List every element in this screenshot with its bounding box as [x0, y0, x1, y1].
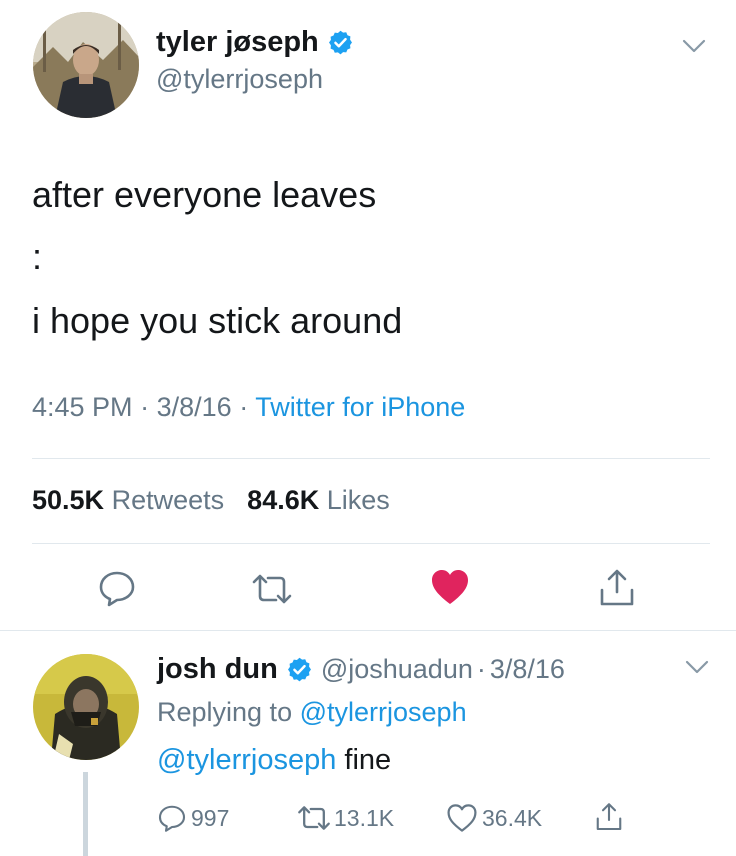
- tweet-stats: 50.5K Retweets 84.6K Likes: [32, 485, 390, 516]
- reply-mention[interactable]: @tylerrjoseph: [157, 744, 336, 776]
- retweets-label[interactable]: Retweets: [112, 485, 225, 515]
- reply-author-handle[interactable]: @joshuadun: [321, 654, 473, 685]
- meta-separator: ·: [239, 392, 249, 422]
- meta-separator: ·: [140, 392, 150, 422]
- reply-date[interactable]: 3/8/16: [490, 654, 565, 685]
- tweet-date[interactable]: 3/8/16: [157, 392, 232, 422]
- meta-separator: ·: [476, 653, 486, 684]
- heart-icon: [446, 803, 478, 833]
- divider: [32, 458, 710, 459]
- reply-action-reply[interactable]: 997: [157, 802, 229, 834]
- share-icon[interactable]: [597, 568, 637, 608]
- tweet-text-line-1: after everyone leaves: [32, 174, 377, 215]
- reply-count: 997: [191, 804, 230, 831]
- heart-icon[interactable]: [430, 568, 470, 606]
- likes-count[interactable]: 84.6K: [247, 485, 319, 515]
- retweet-icon[interactable]: [250, 572, 294, 606]
- replying-to-line: Replying to @tylerrjoseph: [157, 697, 467, 728]
- chevron-down-icon[interactable]: [683, 657, 711, 677]
- verified-badge-icon: [327, 29, 354, 56]
- verified-badge-icon: [286, 656, 313, 683]
- reply-action-like[interactable]: 36.4K: [446, 802, 542, 834]
- replying-prefix: Replying to: [157, 697, 293, 727]
- reply-action-retweet[interactable]: 13.1K: [296, 802, 394, 834]
- tweet-meta: 4:45 PM · 3/8/16 · Twitter for iPhone: [32, 392, 465, 423]
- divider: [0, 630, 736, 631]
- tweet-text-line-2: :: [32, 236, 43, 277]
- author-handle[interactable]: @tylerrjoseph: [156, 64, 323, 95]
- chevron-down-icon[interactable]: [680, 36, 708, 56]
- reply-body: fine: [344, 744, 392, 776]
- reply-author-row: josh dun @joshuadun · 3/8/16: [157, 651, 565, 687]
- retweets-count[interactable]: 50.5K: [32, 485, 104, 515]
- tweet-source[interactable]: Twitter for iPhone: [255, 392, 465, 422]
- share-icon[interactable]: [594, 802, 624, 832]
- main-tweet-author[interactable]: tyler jøseph: [156, 24, 354, 60]
- retweet-count: 13.1K: [334, 804, 395, 831]
- reply-avatar[interactable]: [33, 654, 139, 760]
- tweet-time[interactable]: 4:45 PM: [32, 392, 133, 422]
- reply-text: @tylerrjoseph fine: [157, 744, 391, 777]
- like-count: 36.4K: [482, 804, 543, 831]
- divider: [32, 543, 710, 544]
- retweet-icon: [296, 804, 332, 832]
- reply-icon[interactable]: [97, 568, 137, 608]
- tweet-text-line-3: i hope you stick around: [32, 300, 403, 341]
- likes-label[interactable]: Likes: [327, 485, 390, 515]
- reply-author-name[interactable]: josh dun: [157, 653, 278, 686]
- reply-icon: [157, 803, 187, 833]
- thread-line: [83, 772, 88, 856]
- main-tweet-avatar[interactable]: [33, 12, 139, 118]
- replying-to-handle[interactable]: @tylerrjoseph: [300, 697, 467, 727]
- author-name[interactable]: tyler jøseph: [156, 26, 319, 59]
